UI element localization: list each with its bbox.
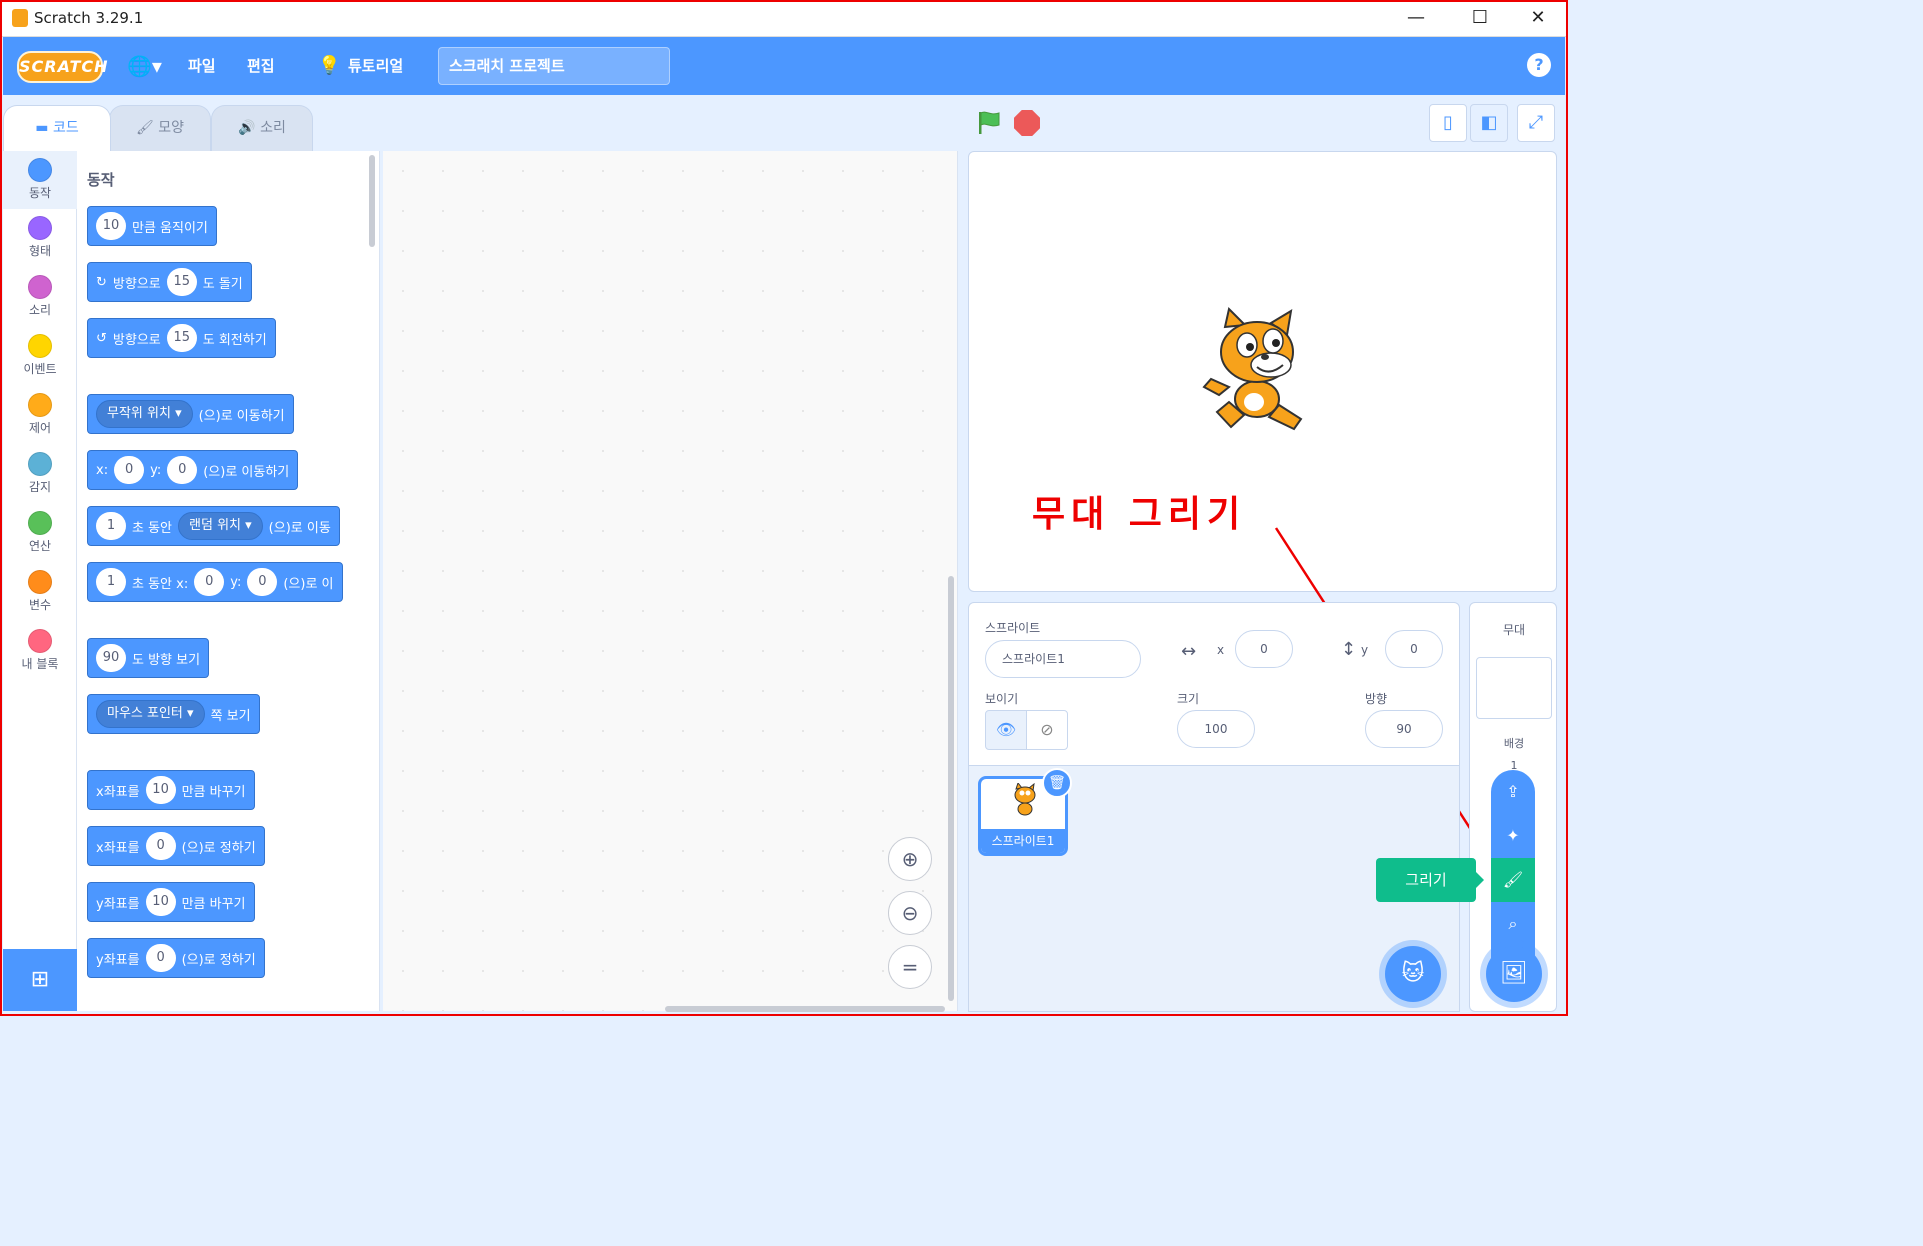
block-palette: 동작 10 만큼 움직이기 ↻ 방향으로 15 도 돌기 ↺ 방향으로 15 도 회전하기 무… [77, 151, 380, 1011]
cat-thumbnail-icon [1014, 783, 1036, 816]
surprise-icon[interactable]: ✦ [1491, 814, 1535, 858]
hide-eye-icon[interactable]: ⊘ [1026, 710, 1068, 750]
block-glide-random[interactable]: 1초 동안 랜덤 위치 ▾ (으)로 이동 [87, 506, 340, 546]
choose-backdrop-icon[interactable]: 🖼 [1486, 946, 1542, 1002]
green-flag-icon[interactable] [976, 110, 1002, 136]
category-dot [28, 158, 52, 182]
category-dot [28, 334, 52, 358]
fullscreen-icon[interactable]: ⤢ [1517, 104, 1555, 142]
category-operators[interactable]: 연산 [3, 504, 77, 562]
block-point-direction[interactable]: 90 도 방향 보기 [87, 638, 210, 678]
project-title-input[interactable]: 스크래치 프로젝트 [438, 47, 670, 85]
category-variables[interactable]: 변수 [3, 563, 77, 621]
choose-sprite-icon[interactable]: 🐱 [1385, 946, 1441, 1002]
search-icon[interactable]: ⌕ [1491, 902, 1535, 946]
block-set-y[interactable]: y좌표를 0 (으)로 정하기 [87, 938, 265, 978]
upload-icon[interactable]: ⇪ [1491, 770, 1535, 814]
block-change-y[interactable]: y좌표를 10 만큼 바꾸기 [87, 882, 255, 922]
category-sensing[interactable]: 감지 [3, 445, 77, 503]
category-motion[interactable]: 동작 [3, 151, 77, 209]
scratch-cat-sprite[interactable] [1199, 307, 1324, 437]
minimize-button[interactable]: — [1394, 4, 1438, 32]
script-area[interactable] [383, 151, 958, 1012]
category-dot [28, 452, 52, 476]
maximize-button[interactable]: ☐ [1458, 4, 1502, 32]
block-goto-random[interactable]: 무작위 위치 ▾ (으)로 이동하기 [87, 394, 294, 434]
editor-tabs: ▬ 코드 🖌 모양 🔊 소리 [3, 95, 383, 151]
menu-bar: SCRATCH 🌐▾ 파일 편집 💡 튜토리얼 스크래치 프로젝트 ? [3, 37, 1565, 95]
category-control[interactable]: 제어 [3, 386, 77, 444]
lightbulb-icon: 💡 [318, 55, 341, 76]
sprite-info-panel: 스프라이트 스프라이트1 ↔ x 0 ↕ y 0 보이기 👁 ⊘ 크기 100 … [968, 602, 1460, 766]
paint-brush-icon[interactable]: 🖌 [1491, 858, 1535, 902]
language-globe-icon[interactable]: 🌐▾ [127, 37, 162, 95]
show-eye-icon[interactable]: 👁 [985, 710, 1027, 750]
block-change-x[interactable]: x좌표를 10 만큼 바꾸기 [87, 770, 255, 810]
category-sound[interactable]: 소리 [3, 268, 77, 326]
scratch-app-icon [12, 9, 28, 27]
paint-tooltip: 그리기 [1376, 858, 1484, 902]
add-extension-icon[interactable]: ⊞ [3, 949, 77, 1011]
block-move-steps[interactable]: 10 만큼 움직이기 [87, 206, 217, 246]
file-menu[interactable]: 파일 [188, 37, 216, 95]
block-goto-xy[interactable]: x: 0 y: 0 (으)로 이동하기 [87, 450, 299, 490]
scratch-logo[interactable]: SCRATCH [17, 51, 107, 83]
brush-icon: 🖌 [136, 120, 159, 136]
category-dot [28, 570, 52, 594]
tutorials-menu[interactable]: 튜토리얼 [348, 37, 403, 95]
block-turn-right[interactable]: ↻ 방향으로 15 도 돌기 [87, 262, 252, 302]
tab-code[interactable]: ▬ 코드 [3, 105, 111, 151]
help-icon[interactable]: ? [1527, 53, 1551, 77]
category-menu: 동작 형태 소리 이벤트 제어 감지 연산 변수 내 블록 [3, 151, 77, 949]
x-arrows-icon: ↔ [1181, 641, 1197, 662]
x-position-input[interactable]: 0 [1235, 630, 1293, 668]
block-turn-left[interactable]: ↺ 방향으로 15 도 회전하기 [87, 318, 276, 358]
window-title: Scratch 3.29.1 [34, 9, 144, 27]
category-events[interactable]: 이벤트 [3, 327, 77, 385]
category-dot [28, 629, 52, 653]
tab-sounds[interactable]: 🔊 소리 [211, 105, 313, 151]
palette-scrollbar[interactable] [369, 155, 375, 247]
backdrop-thumbnail[interactable] [1476, 657, 1552, 719]
zoom-out-icon[interactable]: ⊖ [888, 891, 932, 935]
palette-heading: 동작 [87, 171, 115, 189]
tab-costumes[interactable]: 🖌 모양 [109, 105, 211, 151]
category-dot [28, 393, 52, 417]
category-looks[interactable]: 형태 [3, 209, 77, 267]
block-set-x[interactable]: x좌표를 0 (으)로 정하기 [87, 826, 265, 866]
delete-sprite-icon[interactable]: 🗑 [1042, 768, 1072, 798]
stop-icon[interactable] [1014, 110, 1040, 136]
small-stage-button[interactable]: ▯ [1429, 104, 1467, 142]
rotate-right-icon: ↻ [96, 274, 107, 290]
code-icon: ▬ [35, 120, 53, 136]
category-dot [28, 275, 52, 299]
block-glide-xy[interactable]: 1초 동안 x: 0 y: 0 (으)로 이 [87, 562, 343, 602]
y-arrows-icon: ↕ [1341, 639, 1357, 660]
zoom-in-icon[interactable]: ⊕ [888, 837, 932, 881]
sprite-name-input[interactable]: 스프라이트1 [985, 640, 1141, 678]
category-dot [28, 511, 52, 535]
close-button[interactable]: ✕ [1516, 4, 1560, 32]
window-title-bar: Scratch 3.29.1 — ☐ ✕ [0, 0, 1568, 37]
direction-input[interactable]: 90 [1365, 710, 1443, 748]
zoom-reset-icon[interactable]: = [888, 945, 932, 989]
y-position-input[interactable]: 0 [1385, 630, 1443, 668]
category-my-blocks[interactable]: 내 블록 [3, 622, 77, 680]
category-dot [28, 216, 52, 240]
edit-menu[interactable]: 편집 [247, 37, 275, 95]
large-stage-button[interactable]: ◧ [1470, 104, 1508, 142]
speaker-icon: 🔊 [238, 120, 261, 136]
script-scrollbar-horizontal[interactable] [665, 1006, 945, 1012]
annotation-text: 무대 그리기 [1032, 494, 1247, 535]
script-scrollbar-vertical[interactable] [948, 576, 954, 1001]
block-point-towards[interactable]: 마우스 포인터 ▾ 쪽 보기 [87, 694, 260, 734]
size-input[interactable]: 100 [1177, 710, 1255, 748]
rotate-left-icon: ↺ [96, 330, 107, 346]
